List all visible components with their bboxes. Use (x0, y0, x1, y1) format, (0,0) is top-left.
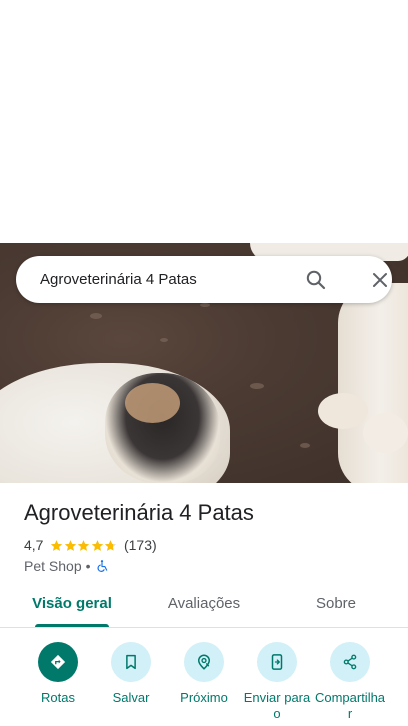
send-to-phone-button[interactable]: Enviar para o (237, 640, 317, 722)
photo-dog-paw (318, 393, 368, 429)
nearby-button-circle[interactable] (184, 642, 224, 682)
share-icon (343, 654, 357, 670)
photo-dog-paw (363, 413, 408, 453)
search-icon[interactable] (304, 268, 328, 292)
star-icon (64, 539, 77, 551)
close-icon[interactable] (368, 268, 392, 292)
place-category: Pet Shop (24, 558, 82, 574)
directions-icon (50, 654, 66, 670)
star-icon (78, 539, 90, 551)
rating-row[interactable]: 4,7 (173) (24, 536, 157, 554)
tab-reviews[interactable]: Avaliações (156, 586, 252, 626)
nearby-label: Próximo (180, 690, 228, 705)
map-area (0, 0, 408, 243)
save-button-circle[interactable] (111, 642, 151, 682)
category-row: Pet Shop • (24, 557, 109, 575)
save-label: Salvar (112, 690, 150, 705)
share-button[interactable]: Compartilhar (310, 640, 390, 722)
directions-button-circle[interactable] (38, 642, 78, 682)
place-tabs: Visão geral Avaliações Sobre (0, 586, 408, 628)
star-icon (91, 539, 104, 551)
photo-speck (200, 303, 210, 307)
photo-speck (160, 338, 168, 342)
rating-stars (50, 539, 118, 552)
nearby-icon (197, 654, 211, 670)
directions-button[interactable]: Rotas (18, 640, 98, 706)
photo-speck (90, 313, 102, 319)
star-half-icon (105, 539, 117, 551)
photo-dog-patch (125, 383, 180, 423)
send-to-phone-label: Enviar para o (243, 690, 311, 721)
save-button[interactable]: Salvar (91, 640, 171, 706)
nearby-button[interactable]: Próximo (164, 640, 244, 706)
directions-label: Rotas (41, 690, 75, 705)
active-tab-indicator (35, 624, 109, 627)
tab-about[interactable]: Sobre (288, 586, 384, 626)
separator-dot: • (85, 558, 91, 574)
send-to-phone-icon (271, 654, 283, 670)
photo-speck (300, 443, 310, 448)
tab-overview[interactable]: Visão geral (24, 586, 120, 626)
star-icon (51, 539, 63, 551)
place-title: Agroveterinária 4 Patas (24, 500, 254, 525)
bookmark-icon (126, 654, 136, 670)
photo-dog-leg (338, 283, 408, 483)
share-label: Compartilhar (314, 690, 386, 721)
wheelchair-accessible-icon (97, 560, 107, 572)
photo-speck (250, 383, 264, 389)
search-bar[interactable]: Agroveterinária 4 Patas (16, 256, 392, 303)
action-buttons: Rotas Salvar Próximo Enviar para o Compa… (0, 640, 408, 726)
search-input[interactable]: Agroveterinária 4 Patas (40, 256, 197, 303)
reviews-count: (173) (123, 537, 157, 553)
send-to-phone-button-circle[interactable] (257, 642, 297, 682)
rating-value: 4,7 (24, 537, 44, 553)
share-button-circle[interactable] (330, 642, 370, 682)
